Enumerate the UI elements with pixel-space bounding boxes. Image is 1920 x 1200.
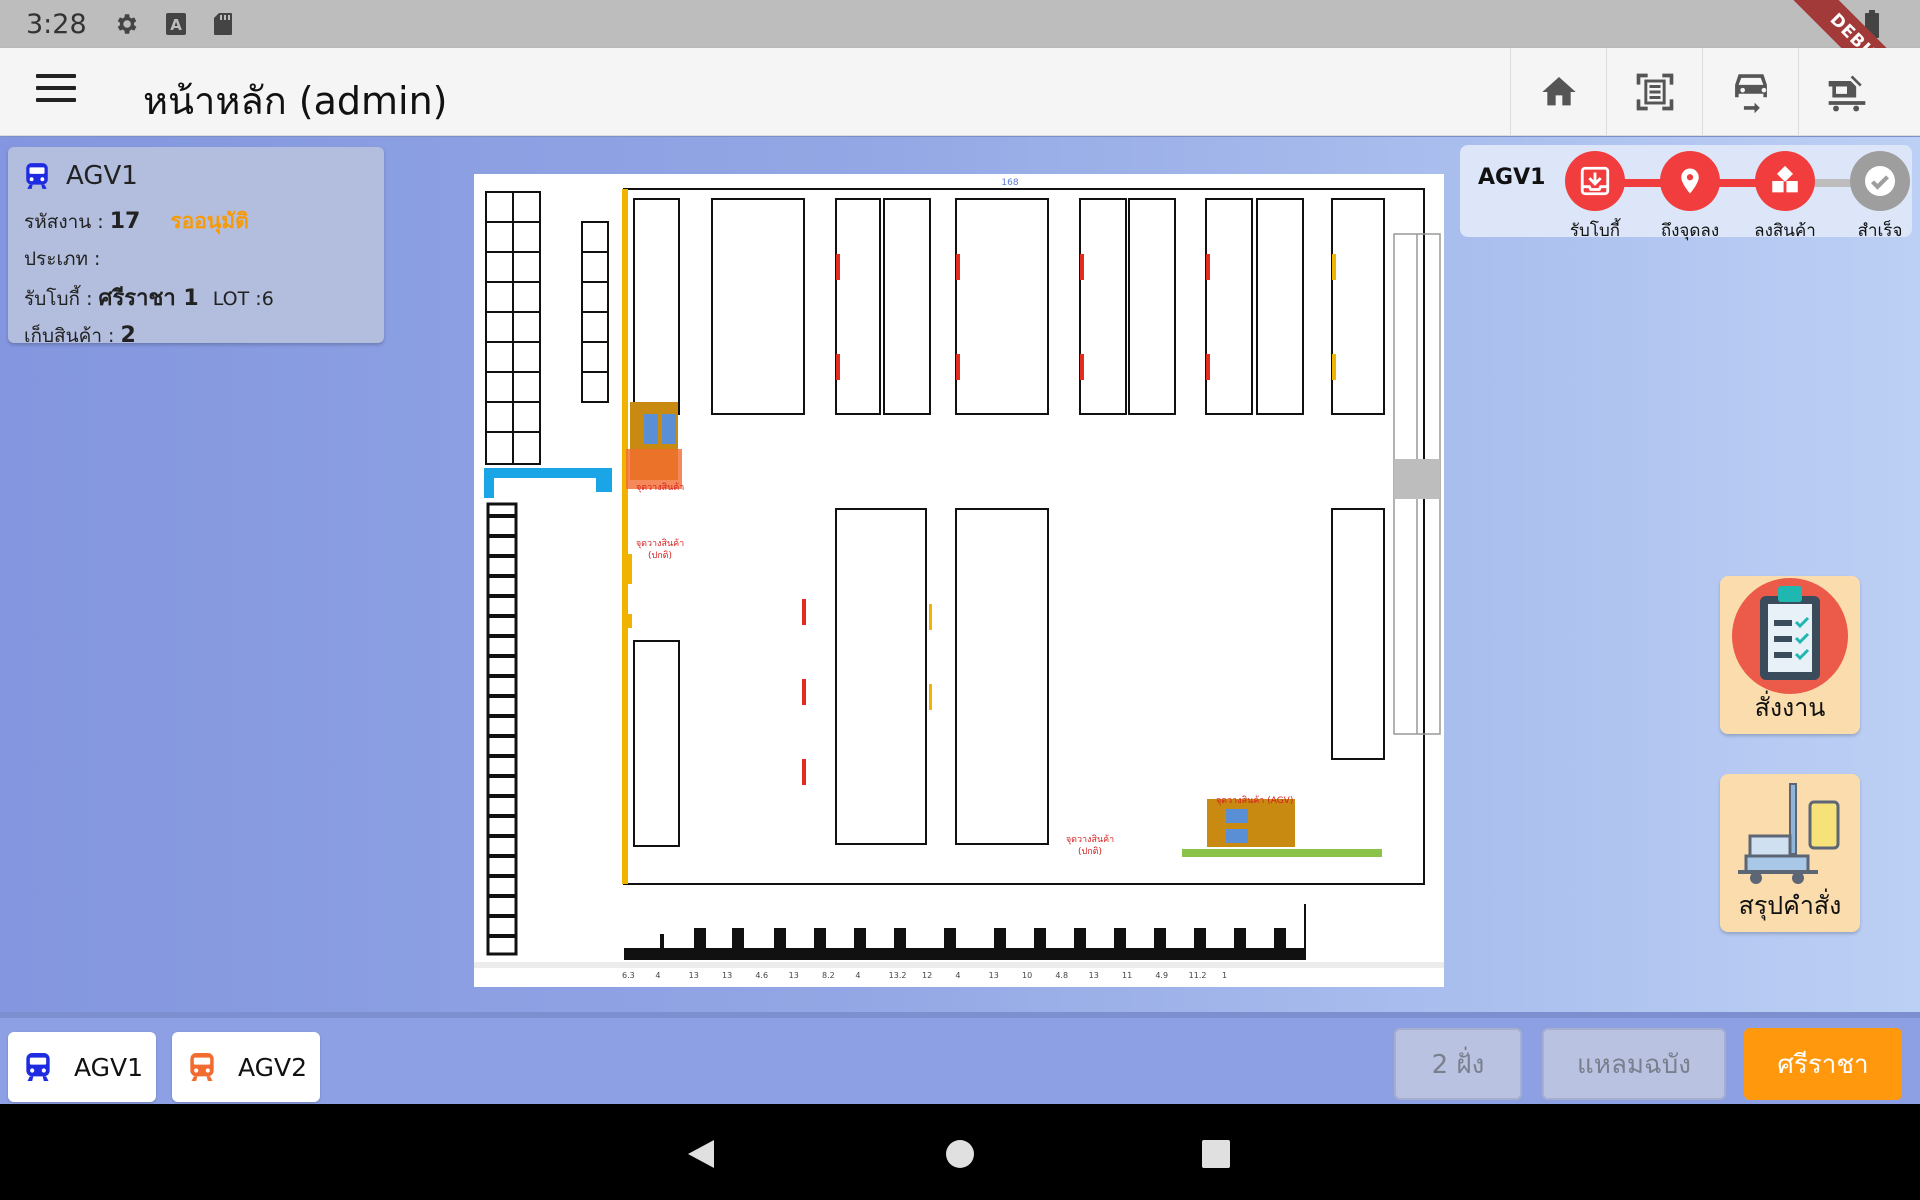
map-scale-label: 8.2: [822, 971, 835, 980]
pickup-label: รับโบกี้ :: [24, 288, 99, 310]
forklift-button[interactable]: [1798, 48, 1894, 136]
svg-text:A: A: [170, 16, 182, 34]
bottom-bar: AGV1 AGV2 2 ฝั่ง แหลมฉบัง ศรีราชา: [0, 1012, 1920, 1104]
map-scale-label: 10: [1022, 971, 1032, 980]
car-sync-button[interactable]: [1702, 48, 1798, 136]
app-bar: หน้าหลัก (admin): [0, 48, 1920, 136]
map-scale-label: 13: [722, 971, 732, 980]
system-nav-bar: [0, 1104, 1920, 1200]
assign-job-button[interactable]: สั่งงาน: [1720, 576, 1860, 734]
lot-label: LOT :: [212, 288, 262, 310]
map-scale-label: 4.8: [1055, 971, 1068, 980]
scan-icon: [1636, 73, 1673, 111]
map-scale-label: 11.2: [1189, 971, 1207, 980]
map-scale-label: 4: [855, 971, 860, 980]
progress-agv-name: AGV1: [1478, 165, 1546, 190]
map-drop-label-3: จุดวางสินค้า (AGV): [1216, 795, 1293, 806]
page-title: หน้าหลัก (admin): [143, 79, 448, 123]
map-scale-label: 12: [922, 971, 932, 980]
map-scale-label: 13: [789, 971, 799, 980]
store-label: เก็บสินค้า :: [24, 325, 121, 347]
status-bar: 3:28 A DEBUG: [0, 0, 1920, 139]
map-scale-label: 13.2: [889, 971, 907, 980]
job-label: รหัสงาน :: [24, 211, 110, 233]
map-scale-label: 11: [1122, 971, 1132, 980]
warehouse-map[interactable]: 168 จุดวางสินค้า จุดวางสินค้า (ปกติ) จุด…: [474, 174, 1444, 987]
agv1-tab-label: AGV1: [74, 1052, 144, 1082]
step-unload: ลงสินค้า: [1740, 151, 1830, 244]
check-icon: [1865, 166, 1895, 196]
step-done: สำเร็จ: [1835, 151, 1920, 244]
warehouse-map-drawing: 168 จุดวางสินค้า จุดวางสินค้า (ปกติ) จุด…: [474, 178, 1444, 980]
map-scale-label: 13: [989, 971, 999, 980]
map-top-number: 168: [1001, 178, 1018, 188]
menu-icon[interactable]: [36, 74, 76, 110]
location-laem-chabang-button[interactable]: แหลมฉบัง: [1542, 1028, 1726, 1100]
job-status: รออนุมัติ: [170, 209, 249, 233]
home-icon: [1541, 77, 1576, 106]
map-drop-label-1: จุดวางสินค้า: [636, 482, 684, 493]
forklift-icon: [1828, 75, 1865, 112]
step-pickup: รับโบกี้: [1550, 151, 1640, 244]
map-scale-label: 4.9: [1155, 971, 1168, 980]
step-arrive-label: ถึงจุดลง: [1660, 221, 1720, 241]
sd-card-icon: [213, 12, 233, 36]
clipboard-checklist-icon: [1732, 578, 1848, 694]
step-pickup-label: รับโบกี้: [1569, 221, 1621, 241]
location-two-sides-button[interactable]: 2 ฝั่ง: [1394, 1028, 1522, 1100]
main-content: AGV1 รหัสงาน : 17 รออนุมัติ ประเภท : รับโ…: [0, 137, 1920, 1012]
agv2-tab[interactable]: AGV2: [172, 1032, 320, 1102]
job-value: 17: [109, 209, 141, 234]
order-summary-button[interactable]: สรุปคำสั่ง: [1720, 774, 1860, 932]
lot-value: 6: [261, 288, 274, 310]
map-scale-label: 13: [1089, 971, 1099, 980]
store-value: 2: [120, 323, 136, 348]
step-arrive: ถึงจุดลง: [1645, 151, 1735, 244]
type-label: ประเภท :: [24, 248, 101, 270]
nav-home-icon[interactable]: [944, 1138, 976, 1174]
status-time: 3:28: [26, 8, 87, 40]
agv-name: AGV1: [66, 161, 138, 191]
map-scale-label: 6.3: [622, 971, 635, 980]
map-scale-label: 4: [655, 971, 660, 980]
location-sriracha-button[interactable]: ศรีราชา: [1744, 1028, 1902, 1100]
map-scale-label: 4: [955, 971, 960, 980]
agv-info-card: AGV1 รหัสงาน : 17 รออนุมัติ ประเภท : รับโ…: [8, 147, 384, 348]
assign-job-label: สั่งงาน: [1754, 693, 1826, 722]
agv1-tab[interactable]: AGV1: [8, 1032, 156, 1102]
scan-button[interactable]: [1606, 48, 1702, 136]
map-scale-label: 13: [689, 971, 699, 980]
agv-progress-card: AGV1 รับโบกี้ ถึงจุดลง ลงสินค้า สำเร็จ: [1460, 145, 1912, 241]
map-scale-label: 1: [1222, 971, 1227, 980]
agv1-train-icon: [26, 1053, 50, 1081]
pickup-value: ศรีราชา 1: [98, 286, 199, 311]
step-done-label: สำเร็จ: [1857, 221, 1903, 241]
train-icon: [26, 163, 48, 189]
boxes-icon: [1772, 165, 1798, 193]
download-tray-icon: [1580, 166, 1610, 196]
home-button[interactable]: [1510, 48, 1606, 136]
gear-icon: [113, 11, 139, 37]
map-drop-label-4-sub: (ปกติ): [1078, 846, 1102, 857]
map-drop-label-2: จุดวางสินค้า: [636, 538, 684, 549]
step-unload-label: ลงสินค้า: [1754, 221, 1816, 241]
keyboard-a-icon: A: [165, 12, 187, 36]
agv2-tab-label: AGV2: [238, 1052, 308, 1082]
map-drop-label-4: จุดวางสินค้า: [1066, 834, 1114, 845]
agv-machine-icon: [1738, 783, 1840, 884]
nav-back-icon[interactable]: [686, 1138, 718, 1174]
nav-recents-icon[interactable]: [1200, 1138, 1232, 1174]
order-summary-label: สรุปคำสั่ง: [1738, 891, 1842, 920]
agv2-train-icon: [190, 1053, 214, 1081]
location-pin-icon: [1681, 168, 1699, 194]
map-drop-label-2-sub: (ปกติ): [648, 550, 672, 561]
map-scale-label: 4.6: [755, 971, 768, 980]
car-sync-icon: [1734, 74, 1767, 114]
